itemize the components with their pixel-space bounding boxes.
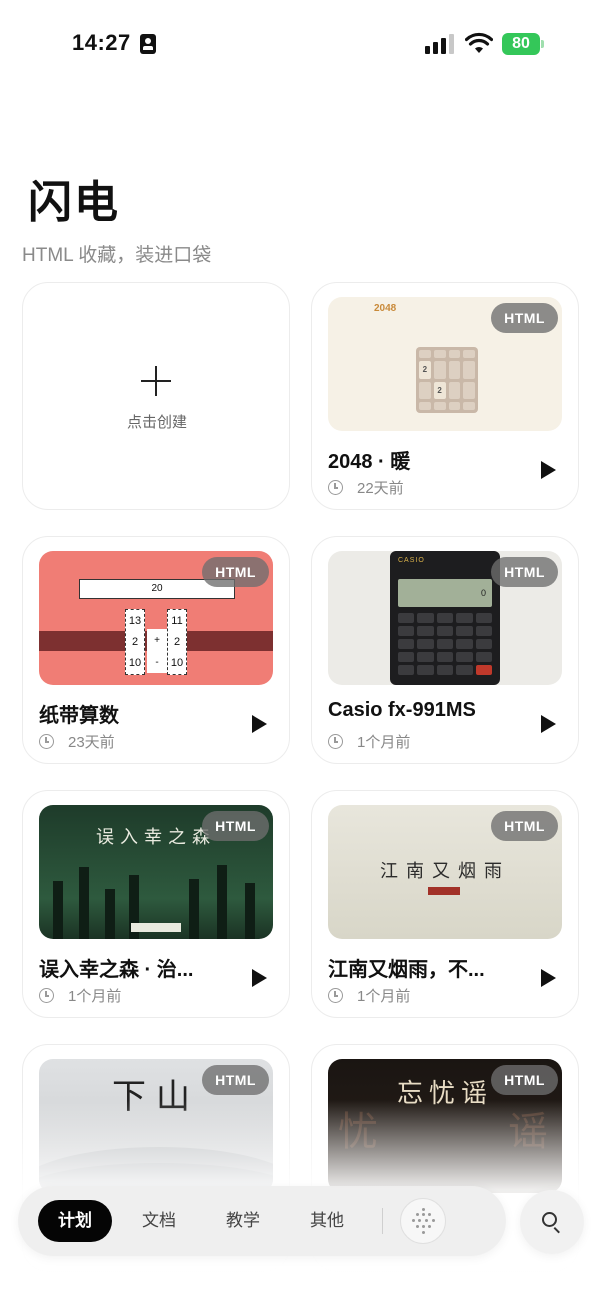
card-title: 江南又烟雨，不... — [328, 959, 485, 981]
thumb-heading: 江南又烟雨 — [380, 861, 510, 882]
thumb-op: + — [154, 634, 160, 646]
clock-icon — [328, 480, 343, 495]
thumb-calculator: CASIO 0 — [390, 551, 500, 685]
html-badge: HTML — [491, 811, 558, 841]
page-subtitle: HTML 收藏，装进口袋 — [22, 245, 212, 266]
card-time: 1个月前 — [357, 734, 411, 751]
html-badge: HTML — [202, 1065, 269, 1095]
card-title: Casio fx-991MS — [328, 699, 476, 721]
thumb-tile: 2 — [433, 381, 446, 399]
thumb-op: - — [155, 656, 159, 668]
tab-divider — [382, 1208, 383, 1234]
thumb-number: 10 — [128, 657, 142, 670]
card-title: 2048 · 暖 — [328, 451, 411, 473]
cellular-signal-icon — [425, 34, 457, 54]
tab-plan[interactable]: 计划 — [38, 1200, 112, 1242]
card-title: 纸带算数 — [39, 705, 119, 727]
create-label: 点击创建 — [126, 414, 187, 431]
card-time: 22天前 — [357, 480, 404, 497]
thumb-tape-ops: + - — [147, 629, 167, 673]
play-icon[interactable] — [541, 715, 556, 733]
thumb-display: 0 — [480, 588, 486, 598]
thumb-2048-logo: 2048 — [374, 303, 397, 314]
card-title: 误入幸之森 · 治... — [39, 959, 194, 981]
card-thumbnail: CASIO 0 HTML — [328, 551, 562, 685]
card-meta: 1个月前 — [39, 985, 121, 1006]
html-badge: HTML — [202, 811, 269, 841]
clock-icon — [328, 734, 343, 749]
plus-icon — [141, 366, 171, 396]
search-icon — [542, 1212, 557, 1227]
thumb-tape-left-col: 13 2 10 — [125, 609, 145, 675]
thumb-button — [131, 923, 181, 932]
page-title: 闪电 — [28, 178, 120, 227]
clock-icon — [39, 988, 54, 1003]
wifi-icon — [465, 32, 493, 53]
card-meta: 1个月前 — [328, 731, 410, 752]
card-thumbnail: 2048 2 2 HTML — [328, 297, 562, 431]
tab-other[interactable]: 其他 — [294, 1200, 360, 1242]
thumb-casio-brand: CASIO — [398, 557, 425, 564]
card-time: 23天前 — [68, 734, 115, 751]
thumb-number: 13 — [128, 614, 142, 627]
battery-level: 80 — [512, 35, 530, 52]
card-meta: 23天前 — [39, 731, 115, 752]
thumb-number: 2 — [173, 635, 181, 648]
card-thumbnail: 误入幸之森 HTML — [39, 805, 273, 939]
card-time: 1个月前 — [357, 988, 411, 1005]
card-jiangnan[interactable]: 江南又烟雨 HTML 江南又烟雨，不... 1个月前 — [311, 790, 579, 1018]
thumb-seal — [428, 887, 460, 895]
clock-icon — [39, 734, 54, 749]
tab-bar: 计划 文档 教学 其他 — [18, 1186, 506, 1256]
battery-icon: 80 — [502, 33, 540, 55]
thumb-number: 2 — [131, 635, 139, 648]
status-time: 14:27 — [72, 30, 131, 55]
thumb-number: 10 — [170, 657, 184, 670]
play-icon[interactable] — [541, 461, 556, 479]
thumb-tape-right-col: 11 2 10 — [167, 609, 187, 675]
html-badge: HTML — [491, 303, 558, 333]
card-casio[interactable]: CASIO 0 HTML Casio fx-991MS 1个月前 — [311, 536, 579, 764]
tab-tutorial[interactable]: 教学 — [210, 1200, 276, 1242]
play-icon[interactable] — [252, 715, 267, 733]
clock-icon — [328, 988, 343, 1003]
thumb-number: 11 — [171, 614, 183, 627]
search-button[interactable] — [520, 1190, 584, 1254]
thumb-2048-grid: 2 2 — [416, 347, 478, 413]
play-icon[interactable] — [541, 969, 556, 987]
card-meta: 22天前 — [328, 477, 404, 498]
thumb-tile: 2 — [419, 361, 431, 379]
html-badge: HTML — [491, 1065, 558, 1095]
thumb-calculator-screen: 0 — [398, 579, 492, 607]
contact-card-icon — [140, 34, 156, 54]
card-thumbnail: 20 13 2 10 + - 11 2 10 HTML — [39, 551, 273, 685]
card-forest[interactable]: 误入幸之森 HTML 误入幸之森 · 治... 1个月前 — [22, 790, 290, 1018]
card-paper-tape[interactable]: 20 13 2 10 + - 11 2 10 HTML 纸带算数 23天前 — [22, 536, 290, 764]
search-icon-handle — [553, 1227, 560, 1234]
card-thumbnail: 江南又烟雨 HTML — [328, 805, 562, 939]
tab-docs[interactable]: 文档 — [126, 1200, 192, 1242]
html-badge: HTML — [491, 557, 558, 587]
card-time: 1个月前 — [68, 988, 122, 1005]
card-2048[interactable]: 2048 2 2 HTML 2048 · 暖 22天前 — [311, 282, 579, 510]
play-icon[interactable] — [252, 969, 267, 987]
create-card[interactable]: 点击创建 — [22, 282, 290, 510]
battery-cap — [541, 40, 544, 48]
status-bar: 14:27 80 — [0, 0, 600, 90]
voice-orb-icon[interactable] — [400, 1198, 446, 1244]
html-badge: HTML — [202, 557, 269, 587]
card-meta: 1个月前 — [328, 985, 410, 1006]
thumb-calculator-keys — [398, 613, 492, 675]
